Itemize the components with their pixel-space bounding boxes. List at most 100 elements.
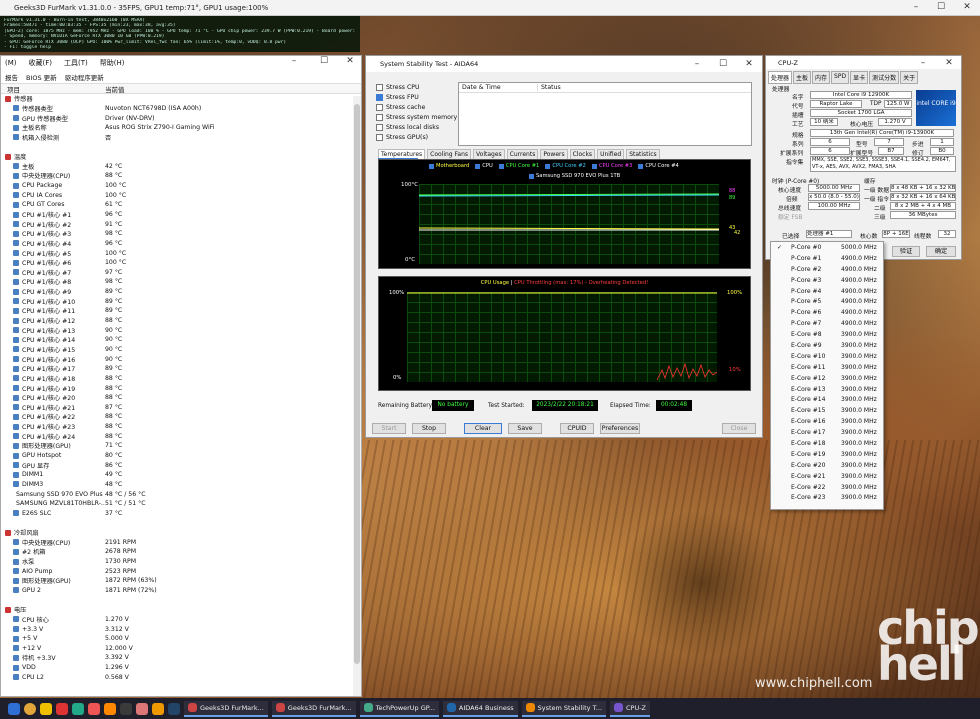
sensor-row[interactable]: CPU #1/核心 #8 98 °C xyxy=(1,277,361,287)
toolbar-button[interactable]: BIOS 更新 xyxy=(26,72,57,82)
folder-icon[interactable] xyxy=(40,702,52,715)
sensor-row[interactable] xyxy=(1,142,361,152)
minimize-icon[interactable]: – xyxy=(281,54,307,68)
cpuz-tabs[interactable]: 处理器 主板 内存 SPD 显卡 测试分数 关于 xyxy=(766,71,961,84)
sensor-row[interactable]: CPU #1/核心 #5 100 °C xyxy=(1,248,361,258)
scrollbar[interactable] xyxy=(353,96,361,696)
cpuz-tab[interactable]: 主板 xyxy=(793,71,812,84)
checkbox-box[interactable] xyxy=(376,123,383,131)
sensor-row[interactable]: 机箱入侵检测 否 xyxy=(1,133,361,143)
sensor-row[interactable]: 冷却风扇 xyxy=(1,528,361,538)
legend-checkbox[interactable] xyxy=(498,163,504,169)
sensor-row[interactable]: 中央处理器(CPU) 88 °C xyxy=(1,171,361,181)
sensor-row[interactable]: Samsung SSD 970 EVO Plus ... 48 °C / 56 °… xyxy=(1,489,361,499)
sensor-row[interactable]: 电压 xyxy=(1,605,361,615)
sensor-row[interactable]: CPU #1/核心 #17 89 °C xyxy=(1,364,361,374)
sensor-row[interactable]: CPU #1/核心 #7 97 °C xyxy=(1,268,361,278)
cpuz-tab[interactable]: 内存 xyxy=(812,71,831,84)
sensor-row[interactable]: CPU #1/核心 #11 89 °C xyxy=(1,306,361,316)
core-menu-item[interactable]: E-Core #19 3900.0 MHz xyxy=(771,449,883,460)
legend-checkbox[interactable] xyxy=(638,163,644,169)
validate-button[interactable]: 验证 xyxy=(892,246,920,257)
tab-unified[interactable]: Unified xyxy=(597,149,625,159)
taskbar-item[interactable]: AIDA64 Business xyxy=(442,700,518,717)
taskbar-item[interactable]: Geeks3D FurMark... xyxy=(184,700,268,717)
checkbox-box[interactable] xyxy=(376,93,383,101)
stress-checkbox[interactable]: Stress cache xyxy=(376,102,457,112)
core-menu-item[interactable]: E-Core #18 3900.0 MHz xyxy=(771,438,883,449)
app-icon[interactable] xyxy=(152,702,164,715)
sensor-row[interactable]: VDD 1.296 V xyxy=(1,663,361,673)
maximize-icon[interactable]: ☐ xyxy=(710,57,736,71)
stress-options[interactable]: Stress CPU Stress FPU Stress cache Stress s… xyxy=(376,82,457,142)
sensor-row[interactable]: CPU Package 100 °C xyxy=(1,181,361,191)
sensor-row[interactable]: CPU #1/核心 #13 90 °C xyxy=(1,325,361,335)
taskbar-item[interactable]: Geeks3D FurMark... xyxy=(271,700,356,717)
core-menu-item[interactable]: P-Core #1 4900.0 MHz xyxy=(771,253,883,264)
stress-checkbox[interactable]: Stress FPU xyxy=(376,92,457,102)
tab-cooling-fans[interactable]: Cooling Fans xyxy=(427,149,472,159)
tab-currents[interactable]: Currents xyxy=(506,149,539,159)
maximize-icon[interactable]: ☐ xyxy=(928,0,954,14)
sensor-row[interactable]: CPU #1/核心 #1 96 °C xyxy=(1,210,361,220)
sensor-row[interactable]: CPU #1/核心 #24 88 °C xyxy=(1,431,361,441)
save-button[interactable]: Save xyxy=(508,423,542,434)
scrollbar-thumb[interactable] xyxy=(354,104,360,664)
minimize-icon[interactable]: – xyxy=(684,57,710,71)
toolbar-button[interactable]: 报告 xyxy=(5,72,18,82)
taskbar-item[interactable]: CPU-Z xyxy=(609,700,650,717)
tab-clocks[interactable]: Clocks xyxy=(569,149,596,159)
close-icon[interactable]: ✕ xyxy=(736,57,762,71)
checkbox-box[interactable] xyxy=(376,83,383,91)
windows-start-icon[interactable] xyxy=(8,702,20,715)
furmark-titlebar[interactable]: Geeks3D FurMark v1.31.0.0 - 35FPS, GPU1 … xyxy=(0,0,980,16)
processor-select[interactable]: 处理器 #1 xyxy=(806,230,852,238)
core-menu-item[interactable]: P-Core #6 4900.0 MHz xyxy=(771,307,883,318)
checkbox-box[interactable] xyxy=(376,133,383,141)
sensor-row[interactable]: 水泵 1730 RPM xyxy=(1,557,361,567)
legend-checkbox[interactable] xyxy=(591,163,597,169)
core-menu-item[interactable]: E-Core #17 3900.0 MHz xyxy=(771,427,883,438)
sensor-row[interactable] xyxy=(1,595,361,605)
menu-item[interactable]: 收藏(F) xyxy=(29,58,53,68)
menu-bar[interactable]: (M) 收藏(F) 工具(T) 帮助(H) xyxy=(1,56,361,70)
sensor-row[interactable]: 传感器类型 Nuvoton NCT6798D (ISA A00h) xyxy=(1,104,361,114)
sensor-row[interactable]: CPU #1/核心 #3 98 °C xyxy=(1,229,361,239)
sensor-row[interactable]: DIMM1 49 °C xyxy=(1,470,361,480)
sensor-row[interactable]: 主板名称 Asus ROG Strix Z790-I Gaming WiFi xyxy=(1,123,361,133)
stress-checkbox[interactable]: Stress CPU xyxy=(376,82,457,92)
stop-button[interactable]: Stop xyxy=(412,423,446,434)
app-icon[interactable] xyxy=(136,702,148,715)
graph-tabs[interactable]: Temperatures Cooling Fans Voltages Currents… xyxy=(378,149,660,159)
sensor-row[interactable]: CPU #1/核心 #22 88 °C xyxy=(1,412,361,422)
sensor-row[interactable]: 中央处理器(CPU) 2191 RPM xyxy=(1,537,361,547)
sensor-row[interactable]: CPU #1/核心 #19 88 °C xyxy=(1,383,361,393)
sensor-row[interactable]: CPU #1/核心 #21 87 °C xyxy=(1,403,361,413)
sensor-row[interactable]: CPU #1/核心 #15 90 °C xyxy=(1,345,361,355)
sensor-row[interactable]: CPU #1/核心 #6 100 °C xyxy=(1,258,361,268)
core-menu-item[interactable]: E-Core #16 3900.0 MHz xyxy=(771,416,883,427)
sensor-row[interactable]: 温度 xyxy=(1,152,361,162)
preferences-button[interactable]: Preferences xyxy=(600,423,640,434)
taskbar-item[interactable]: System Stability T... xyxy=(521,700,606,717)
sensor-row[interactable]: DIMM3 48 °C xyxy=(1,480,361,490)
checkbox-box[interactable] xyxy=(376,103,383,111)
sensor-row[interactable]: +3.3 V 3.312 V xyxy=(1,624,361,634)
sensor-row[interactable]: CPU #1/核心 #14 90 °C xyxy=(1,335,361,345)
sensor-row[interactable]: CPU #1/核心 #10 89 °C xyxy=(1,296,361,306)
sensor-row[interactable]: #2 机箱 2678 RPM xyxy=(1,547,361,557)
legend-checkbox[interactable] xyxy=(545,163,551,169)
sensor-row[interactable]: +12 V 12.000 V xyxy=(1,644,361,654)
sensor-row[interactable]: GPU 传感器类型 Driver (NV-DRV) xyxy=(1,113,361,123)
core-menu-item[interactable]: E-Core #13 3900.0 MHz xyxy=(771,384,883,395)
taskbar-item[interactable]: TechPowerUp GP... xyxy=(359,700,439,717)
core-menu-item[interactable]: E-Core #8 3900.0 MHz xyxy=(771,329,883,340)
sensor-row[interactable]: CPU IA Cores 100 °C xyxy=(1,190,361,200)
minimize-icon[interactable]: – xyxy=(903,0,929,14)
sensor-list[interactable]: 传感器 传感器类型 Nuvoton NCT6798D (ISA A00h) GPU 传… xyxy=(1,94,361,682)
core-menu-item[interactable]: E-Core #10 3900.0 MHz xyxy=(771,351,883,362)
log-table[interactable]: Date & Time Status xyxy=(458,82,752,146)
cpuz-tab[interactable]: 显卡 xyxy=(850,71,869,84)
sensor-window[interactable]: (M) 收藏(F) 工具(T) 帮助(H) 报告 BIOS 更新 驱动程序更新 项目 当前… xyxy=(0,55,362,697)
sensor-row[interactable]: CPU 核心 1.270 V xyxy=(1,615,361,625)
